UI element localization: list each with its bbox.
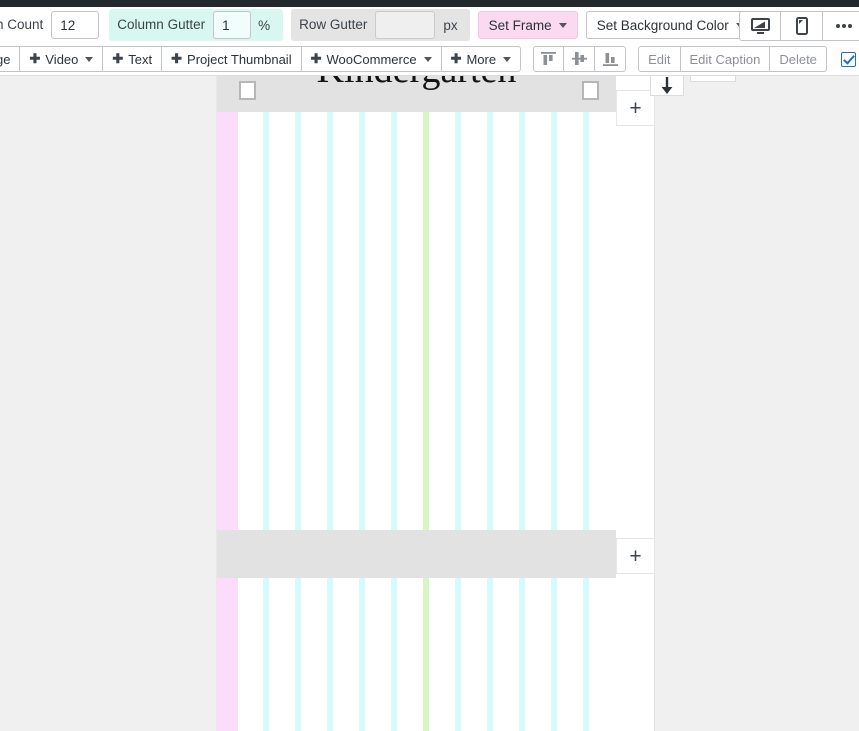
column-gutter-guide xyxy=(487,76,493,731)
module-insert-toolbar: ge ✚ Video ✚ Text ✚ Project Thumbnail ✚ … xyxy=(0,43,859,76)
edit-label: Edit xyxy=(648,52,670,67)
row-gutter-label: Row Gutter xyxy=(291,11,375,39)
insert-more-button[interactable]: ✚ More xyxy=(442,46,522,72)
page-canvas[interactable]: Kindergarten xyxy=(216,76,655,731)
column-gutter-guide xyxy=(551,76,557,731)
column-gutter-guide xyxy=(455,76,461,731)
insert-project-thumbnail-button[interactable]: ✚ Project Thumbnail xyxy=(162,46,301,72)
mobile-icon xyxy=(796,17,808,35)
chevron-down-icon xyxy=(559,23,567,28)
grid-settings-toolbar: n Count Column Gutter % Row Gutter px Se… xyxy=(0,7,859,43)
more-views-button[interactable] xyxy=(823,11,859,41)
module-band-middle[interactable] xyxy=(217,530,616,578)
plus-icon: ✚ xyxy=(29,51,40,67)
module-band-top[interactable]: Kindergarten xyxy=(217,76,616,112)
clipped-toolbar-fragment xyxy=(690,76,736,82)
insert-woocommerce-button[interactable]: ✚ WooCommerce xyxy=(302,46,442,72)
edit-caption-button[interactable]: Edit Caption xyxy=(681,46,771,72)
insert-project-thumbnail-label: Project Thumbnail xyxy=(187,52,292,67)
set-frame-button[interactable]: Set Frame xyxy=(478,11,578,39)
align-top-button[interactable] xyxy=(533,46,564,72)
edit-caption-label: Edit Caption xyxy=(690,52,761,67)
show-guides-toggle[interactable]: Show Guides xyxy=(841,52,859,67)
edit-button[interactable]: Edit xyxy=(638,46,680,72)
plus-icon: ✚ xyxy=(171,51,182,67)
delete-button[interactable]: Delete xyxy=(770,46,827,72)
set-frame-label: Set Frame xyxy=(489,18,552,33)
insert-image-label: ge xyxy=(0,52,10,67)
ellipsis-icon xyxy=(835,23,853,29)
column-gutter-group: Column Gutter % xyxy=(109,9,283,41)
column-gutter-guide xyxy=(359,76,365,731)
insert-module-group: ge ✚ Video ✚ Text ✚ Project Thumbnail ✚ … xyxy=(0,46,521,72)
left-margin-guide xyxy=(217,76,238,731)
row-gutter-input[interactable] xyxy=(375,11,435,39)
column-gutter-guide xyxy=(327,76,333,731)
column-count-input[interactable] xyxy=(51,11,99,39)
insert-more-label: More xyxy=(466,52,496,67)
align-middle-icon xyxy=(571,51,588,67)
chevron-down-icon xyxy=(424,57,432,62)
desktop-view-button[interactable] xyxy=(739,11,781,41)
arrow-down-icon xyxy=(659,77,675,95)
resize-handle-left[interactable] xyxy=(239,81,256,100)
column-gutter-guide xyxy=(519,76,525,731)
column-gutter-guide xyxy=(391,76,397,731)
page-builder-screen: n Count Column Gutter % Row Gutter px Se… xyxy=(0,0,859,731)
mobile-view-button[interactable] xyxy=(781,11,823,41)
align-bottom-button[interactable] xyxy=(595,46,626,72)
chevron-down-icon xyxy=(85,57,93,62)
show-guides-checkbox[interactable] xyxy=(841,52,856,67)
plus-icon: ✚ xyxy=(112,51,123,67)
align-top-icon xyxy=(540,51,557,67)
column-count-label: n Count xyxy=(0,11,51,39)
device-preview-group xyxy=(739,11,859,41)
add-module-column: + + xyxy=(616,76,655,731)
insert-video-label: Video xyxy=(45,52,78,67)
move-down-button[interactable] xyxy=(650,76,684,96)
resize-handle-right[interactable] xyxy=(582,81,599,100)
plus-icon: ✚ xyxy=(451,51,462,67)
set-background-color-label: Set Background Color xyxy=(597,18,729,33)
column-gutter-guide xyxy=(263,76,269,731)
vertical-align-group xyxy=(533,46,626,72)
chevron-down-icon xyxy=(503,57,511,62)
delete-label: Delete xyxy=(779,52,817,67)
plus-icon: ✚ xyxy=(311,51,322,67)
row-gutter-group: Row Gutter px xyxy=(291,9,470,41)
insert-text-label: Text xyxy=(128,52,152,67)
row-gutter-unit: px xyxy=(435,18,465,33)
admin-bar-strip xyxy=(0,0,859,7)
column-gutter-guide xyxy=(583,76,589,731)
column-gutter-label: Column Gutter xyxy=(109,11,213,39)
center-gutter-guide xyxy=(423,76,429,731)
add-module-button-middle[interactable]: + xyxy=(616,538,655,574)
column-count-group: n Count xyxy=(0,11,99,39)
column-gutter-unit: % xyxy=(251,18,277,33)
align-middle-button[interactable] xyxy=(564,46,595,72)
set-background-color-button[interactable]: Set Background Color xyxy=(586,11,755,39)
editor-stage: Kindergarten + + xyxy=(0,76,859,731)
column-guides-overlay xyxy=(217,76,656,731)
align-bottom-icon xyxy=(602,51,619,67)
insert-woocommerce-label: WooCommerce xyxy=(327,52,417,67)
insert-video-button[interactable]: ✚ Video xyxy=(20,46,103,72)
column-gutter-guide xyxy=(295,76,301,731)
desktop-icon xyxy=(751,18,770,35)
insert-text-button[interactable]: ✚ Text xyxy=(103,46,162,72)
column-gutter-input[interactable] xyxy=(213,11,251,39)
insert-image-button[interactable]: ge xyxy=(0,46,20,72)
page-title: Kindergarten xyxy=(217,76,616,90)
module-action-group: Edit Edit Caption Delete xyxy=(638,46,827,72)
